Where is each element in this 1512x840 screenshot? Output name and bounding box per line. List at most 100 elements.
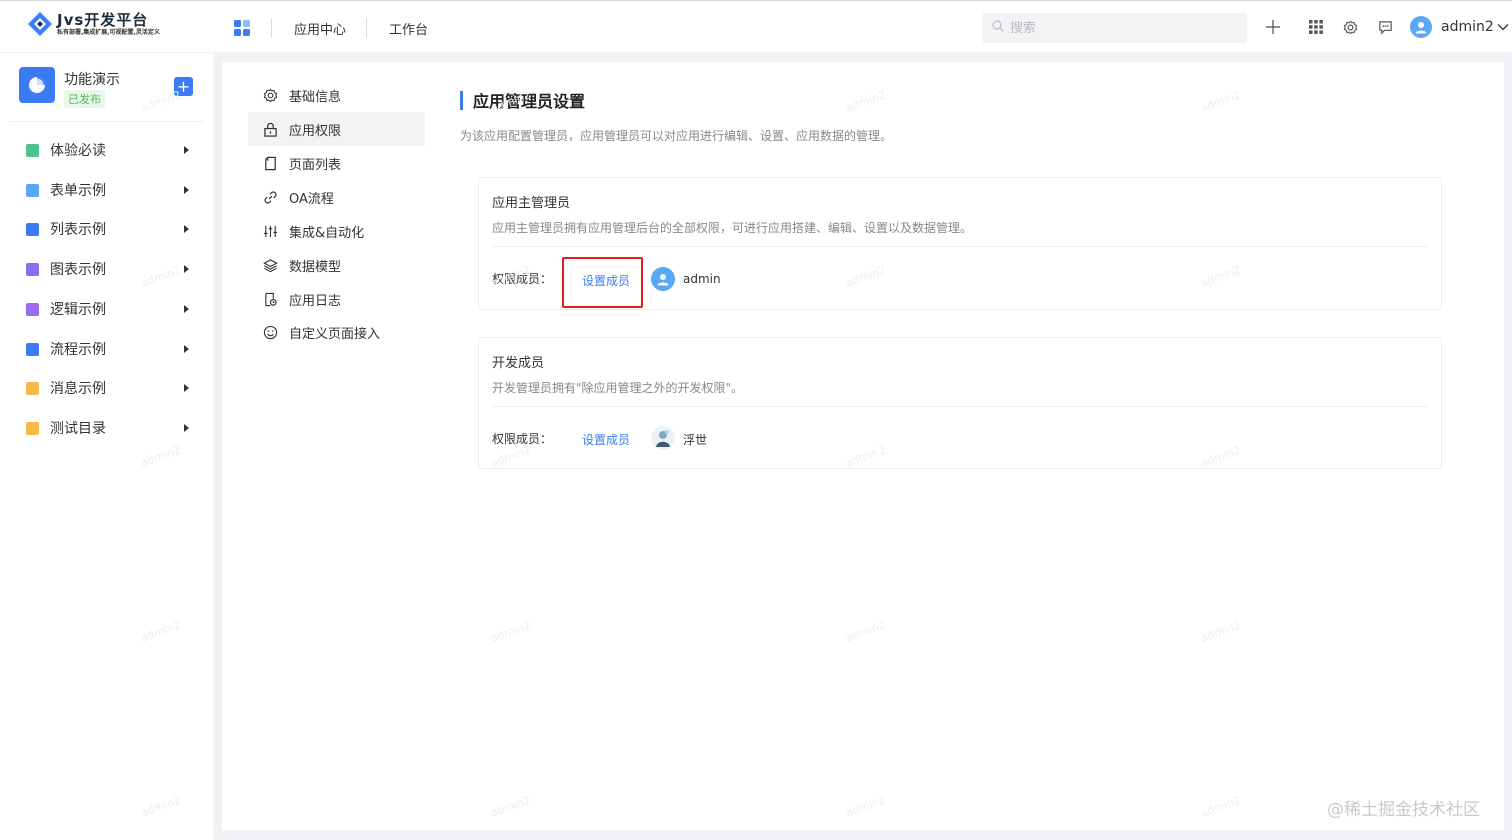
page-description: 为该应用配置管理员，应用管理员可以对应用进行编辑、设置、应用数据的管理。	[460, 129, 893, 143]
app-info[interactable]: 功能演示 已发布	[19, 67, 120, 108]
caret-right-icon[interactable]	[184, 146, 189, 154]
main-panel: 基础信息应用权限页面列表 OA流程集成&自动化 数据模型应用日志自定义页面接入 应用…	[222, 62, 1504, 830]
caret-right-icon[interactable]	[184, 345, 189, 353]
sidebar-item-label: 列表示例	[50, 222, 106, 238]
logo-title: Jvs开发平台	[57, 10, 149, 29]
sidebar-item-label: 图表示例	[50, 262, 106, 278]
source-credit: @稀土掘金技术社区	[1327, 800, 1480, 820]
sidebar-item[interactable]: 消息示例	[0, 371, 213, 405]
subnav-item[interactable]: 页面列表	[248, 146, 425, 180]
layers-icon	[262, 257, 278, 273]
caret-right-icon[interactable]	[184, 424, 189, 432]
logo-subtitle: 私有部署,集成扩展,可视配置,灵活定义	[57, 28, 160, 36]
set-members-button[interactable]: 设置成员	[582, 272, 630, 289]
subnav-item-label: 自定义页面接入	[289, 326, 381, 342]
nav-app-center[interactable]: 应用中心	[294, 19, 346, 38]
sliders-icon	[262, 223, 278, 239]
set-members-button[interactable]: 设置成员	[582, 431, 630, 448]
member-label: 权限成员：	[492, 432, 553, 446]
subnav-item[interactable]: 基础信息	[248, 78, 425, 112]
search-box[interactable]	[982, 13, 1247, 43]
member-avatar	[651, 267, 675, 291]
menu-item-icon	[26, 421, 39, 435]
subnav-item[interactable]: 数据模型	[248, 248, 425, 282]
caret-right-icon[interactable]	[184, 384, 189, 392]
menu-item-icon	[26, 342, 39, 356]
sidebar-item-label: 流程示例	[50, 342, 106, 358]
card-title: 应用主管理员	[492, 196, 571, 211]
subnav-item-label: 集成&自动化	[289, 225, 365, 241]
subnav-item[interactable]: 应用日志	[248, 282, 425, 316]
search-icon	[992, 20, 1004, 36]
subnav-item[interactable]: 自定义页面接入	[248, 315, 425, 349]
header-divider	[366, 18, 367, 38]
menu-item-icon	[26, 222, 39, 236]
subnav-item-label: OA流程	[289, 191, 334, 207]
search-input[interactable]	[1010, 20, 1230, 36]
caret-right-icon[interactable]	[184, 225, 189, 233]
divider	[492, 246, 1428, 247]
subnav-item[interactable]: OA流程	[248, 180, 425, 214]
top-header: Jvs开发平台 私有部署,集成扩展,可视配置,灵活定义 应用中心 工作台 搜索 …	[0, 0, 1512, 52]
menu-item-icon	[26, 183, 39, 197]
sidebar-item-label: 测试目录	[50, 421, 106, 437]
caret-right-icon[interactable]	[184, 186, 189, 194]
chevron-down-icon	[1497, 20, 1509, 35]
menu-item-icon	[26, 143, 39, 157]
sidebar-item-label: 体验必读	[50, 143, 106, 159]
subnav-item-label: 页面列表	[289, 157, 342, 173]
logo[interactable]: Jvs开发平台 私有部署,集成扩展,可视配置,灵活定义	[27, 11, 160, 37]
developer-card: 开发成员 开发管理员拥有"除应用管理之外的开发权限"。 权限成员： 设置成员 浮…	[478, 337, 1442, 469]
sidebar-item[interactable]: 图表示例	[0, 252, 213, 286]
sidebar-item[interactable]: 逻辑示例	[0, 292, 213, 326]
divider	[10, 121, 204, 122]
member-name: 浮世	[683, 433, 708, 447]
subnav-item-label: 数据模型	[289, 259, 342, 275]
status-badge: 已发布	[64, 90, 105, 108]
member-label: 权限成员：	[492, 272, 553, 286]
sidebar-item[interactable]: 流程示例	[0, 332, 213, 366]
divider	[492, 406, 1428, 407]
sidebar-item-label: 逻辑示例	[50, 302, 106, 318]
card-description: 应用主管理员拥有应用管理后台的全部权限，可进行应用搭建、编辑、设置以及数据管理。	[492, 221, 973, 235]
sidebar: 功能演示 已发布 + 体验必读表单示例列表示例图表示例逻辑示例流程示例消息示例测…	[0, 53, 213, 840]
username: admin2	[1441, 19, 1494, 35]
caret-right-icon[interactable]	[184, 265, 189, 273]
grid-menu-icon[interactable]	[1306, 17, 1326, 37]
subnav-item[interactable]: 集成&自动化	[248, 214, 425, 248]
member-avatar	[651, 426, 675, 450]
sidebar-item[interactable]: 列表示例	[0, 212, 213, 246]
avatar	[1410, 16, 1432, 38]
sidebar-item-label: 表单示例	[50, 183, 106, 199]
subnav-item[interactable]: 应用权限	[248, 112, 425, 146]
page-icon	[262, 155, 278, 171]
plus-icon[interactable]	[1263, 17, 1283, 37]
settings-icon[interactable]	[1340, 17, 1360, 37]
sidebar-item-label: 消息示例	[50, 381, 106, 397]
link-icon	[262, 189, 278, 205]
user-menu[interactable]: admin2	[1410, 16, 1509, 38]
log-icon	[262, 291, 278, 307]
nav-workbench[interactable]: 工作台	[389, 19, 428, 38]
caret-right-icon[interactable]	[184, 305, 189, 313]
subnav-item-label: 基础信息	[289, 89, 342, 105]
sidebar-item[interactable]: 测试目录	[0, 411, 213, 445]
sidebar-item[interactable]: 体验必读	[0, 133, 213, 167]
card-description: 开发管理员拥有"除应用管理之外的开发权限"。	[492, 381, 744, 395]
lock-icon	[262, 121, 278, 137]
smile-icon	[262, 324, 278, 340]
app-grid-icon[interactable]	[234, 20, 250, 36]
menu-item-icon	[26, 262, 39, 276]
member-name: admin	[683, 272, 721, 286]
subnav-item-label: 应用权限	[289, 123, 342, 139]
page-title: 应用管理员设置	[460, 88, 585, 112]
add-button[interactable]: +	[174, 77, 193, 96]
logo-icon	[27, 11, 53, 37]
admin-card: 应用主管理员 应用主管理员拥有应用管理后台的全部权限，可进行应用搭建、编辑、设置…	[478, 177, 1442, 310]
page-title-text: 应用管理员设置	[473, 92, 586, 111]
header-divider	[271, 18, 272, 38]
title-accent-bar	[460, 90, 463, 110]
message-icon[interactable]	[1375, 17, 1395, 37]
gear-icon	[262, 87, 278, 103]
sidebar-item[interactable]: 表单示例	[0, 173, 213, 207]
